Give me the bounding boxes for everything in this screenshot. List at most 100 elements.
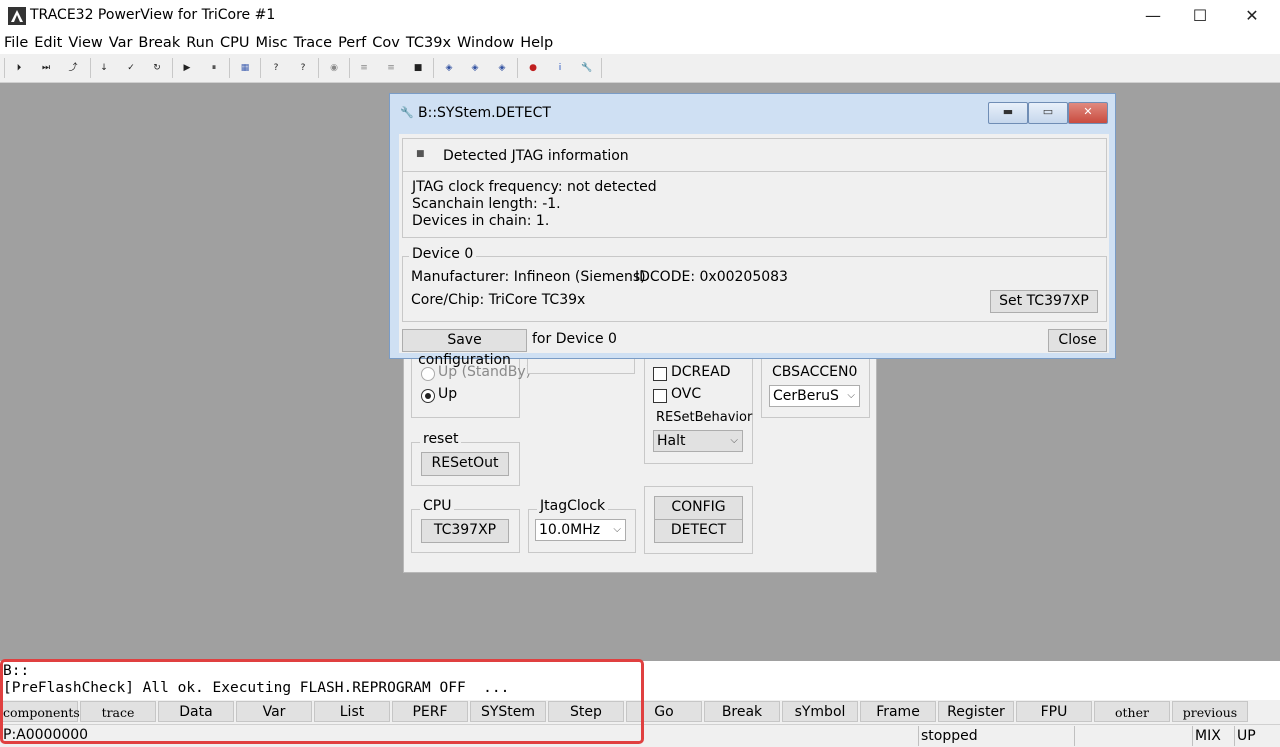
- menu-edit[interactable]: Edit: [31, 32, 65, 54]
- go-icon[interactable]: ▶: [178, 59, 196, 77]
- maximize-button[interactable]: ☐: [1177, 0, 1223, 32]
- menu-help[interactable]: Help: [517, 32, 556, 54]
- jtag-info-header: Detected JTAG information: [443, 148, 629, 164]
- jtag-clock-text: JTAG clock frequency: not detected: [412, 179, 657, 195]
- step-over-icon[interactable]: ⏭: [37, 59, 55, 77]
- jtagclock-select[interactable]: 10.0MHz ⌵: [535, 519, 626, 541]
- radio-up[interactable]: [421, 389, 435, 403]
- menu-break[interactable]: Break: [135, 32, 183, 54]
- close-window-button[interactable]: ✕: [1229, 0, 1275, 32]
- close-button[interactable]: Close: [1048, 329, 1107, 352]
- softkey-trace[interactable]: trace: [80, 701, 156, 722]
- for-device-text: for Device 0: [532, 331, 617, 347]
- menu-cpu[interactable]: CPU: [217, 32, 252, 54]
- resetbehavior-label: RESetBehavior: [656, 410, 753, 425]
- menu-view[interactable]: View: [65, 32, 105, 54]
- dialog-close-x-button[interactable]: ✕: [1068, 102, 1108, 124]
- info-square-icon: ■: [416, 149, 425, 159]
- resetbehavior-select[interactable]: Halt ⌵: [653, 430, 743, 452]
- menu-bar: File Edit View Var Break Run CPU Misc Tr…: [0, 32, 1280, 54]
- bug-icon[interactable]: ●: [524, 59, 542, 77]
- softkey-bar: components trace Data Var List PERF SYSt…: [0, 700, 1280, 724]
- devices-text: Devices in chain: 1.: [412, 213, 550, 229]
- softkey-go[interactable]: Go: [626, 701, 702, 722]
- set-cpu-button[interactable]: Set TC397XP: [990, 290, 1098, 313]
- scanchain-text: Scanchain length: -1.: [412, 196, 561, 212]
- ovc-checkbox[interactable]: [653, 389, 667, 403]
- toolbar: ⏵ ⏭ ⤴ ↓ ✓ ↻ ▶ ⏸ ▦ ? ? ◉ ≡ ≡ ■ ◈ ◈ ◈ ● i …: [0, 54, 1280, 83]
- manufacturer-text: Manufacturer: Infineon (Siemens): [411, 269, 646, 285]
- save-configuration-button[interactable]: Save configuration: [402, 329, 527, 368]
- softkey-other[interactable]: other: [1094, 701, 1170, 722]
- dialog-maximize-button[interactable]: ▭: [1028, 102, 1068, 124]
- jtag-info-section: ■ Detected JTAG information JTAG clock f…: [402, 138, 1107, 238]
- up-icon[interactable]: ↻: [148, 59, 166, 77]
- softkey-var[interactable]: Var: [236, 701, 312, 722]
- softkey-data[interactable]: Data: [158, 701, 234, 722]
- menu-file[interactable]: File: [0, 32, 31, 54]
- cbsaccen-select[interactable]: CerBeruS ⌵: [769, 385, 860, 407]
- jtagclock-label: JtagClock: [537, 498, 609, 514]
- dcread-label: DCREAD: [671, 364, 731, 380]
- softkey-step[interactable]: Step: [548, 701, 624, 722]
- idcode-text: IDCODE: 0x00205083: [635, 269, 788, 285]
- softkey-components[interactable]: components: [2, 701, 80, 722]
- context-help-icon[interactable]: ?: [294, 59, 312, 77]
- reset-label: reset: [420, 431, 462, 447]
- menu-run[interactable]: Run: [183, 32, 217, 54]
- device-label: Device 0: [409, 246, 477, 262]
- detect-dialog: 🔧 B::SYStem.DETECT ▬ ▭ ✕ ■ Detected JTAG…: [389, 93, 1116, 368]
- step-into-icon[interactable]: ⏵: [10, 59, 28, 77]
- minimize-button[interactable]: —: [1130, 0, 1176, 32]
- ovc-label: OVC: [671, 386, 702, 402]
- command-area[interactable]: B:: [PreFlashCheck] All ok. Executing FL…: [0, 661, 1280, 701]
- list-asm-icon[interactable]: ≡: [382, 59, 400, 77]
- cbsaccen-label: CBSACCEN0: [772, 364, 858, 380]
- list-source-icon[interactable]: ≡: [355, 59, 373, 77]
- softkey-perf[interactable]: PERF: [392, 701, 468, 722]
- softkey-fpu[interactable]: FPU: [1016, 701, 1092, 722]
- wrench-icon[interactable]: 🔧: [578, 59, 596, 77]
- softkey-list[interactable]: List: [314, 701, 390, 722]
- menu-window[interactable]: Window: [454, 32, 517, 54]
- resetout-button[interactable]: RESetOut: [421, 452, 509, 476]
- command-prompt[interactable]: B::: [3, 663, 29, 679]
- var-watch-icon[interactable]: ◈: [440, 59, 458, 77]
- softkey-frame[interactable]: Frame: [860, 701, 936, 722]
- status-dir: UP: [1234, 726, 1279, 746]
- dialog-body: ■ Detected JTAG information JTAG clock f…: [399, 134, 1109, 368]
- softkey-system[interactable]: SYStem: [470, 701, 546, 722]
- trace32-logo-icon: [8, 7, 26, 25]
- menu-misc[interactable]: Misc: [253, 32, 291, 54]
- cpu-select-button[interactable]: TC397XP: [421, 519, 509, 543]
- softkey-register[interactable]: Register: [938, 701, 1014, 722]
- stop-icon[interactable]: ■: [409, 59, 427, 77]
- menu-perf[interactable]: Perf: [335, 32, 369, 54]
- menu-var[interactable]: Var: [106, 32, 136, 54]
- dialog-title: B::SYStem.DETECT: [418, 105, 551, 121]
- break-icon[interactable]: ⏸: [205, 59, 223, 77]
- info-icon[interactable]: i: [551, 59, 569, 77]
- core-chip-text: Core/Chip: TriCore TC39x: [411, 292, 586, 308]
- var-local-icon[interactable]: ◈: [493, 59, 511, 77]
- help-icon[interactable]: ?: [267, 59, 285, 77]
- menu-trace[interactable]: Trace: [291, 32, 335, 54]
- status-blank: [1074, 726, 1193, 746]
- menu-tc39x[interactable]: TC39x: [403, 32, 454, 54]
- list-icon[interactable]: ▦: [236, 59, 254, 77]
- softkey-symbol[interactable]: sYmbol: [782, 701, 858, 722]
- title-bar: TRACE32 PowerView for TriCore #1 — ☐ ✕: [0, 0, 1280, 32]
- down-icon[interactable]: ↓: [95, 59, 113, 77]
- step-up-icon[interactable]: ⤴: [64, 59, 82, 77]
- menu-cov[interactable]: Cov: [369, 32, 403, 54]
- status-state: stopped: [918, 726, 1075, 746]
- dcread-checkbox[interactable]: [653, 367, 667, 381]
- config-button[interactable]: CONFIG: [654, 496, 743, 520]
- record-icon[interactable]: ◉: [325, 59, 343, 77]
- var-view-icon[interactable]: ◈: [466, 59, 484, 77]
- return-icon[interactable]: ✓: [122, 59, 140, 77]
- detect-button[interactable]: DETECT: [654, 519, 743, 543]
- softkey-break[interactable]: Break: [704, 701, 780, 722]
- softkey-previous[interactable]: previous: [1172, 701, 1248, 722]
- dialog-minimize-button[interactable]: ▬: [988, 102, 1028, 124]
